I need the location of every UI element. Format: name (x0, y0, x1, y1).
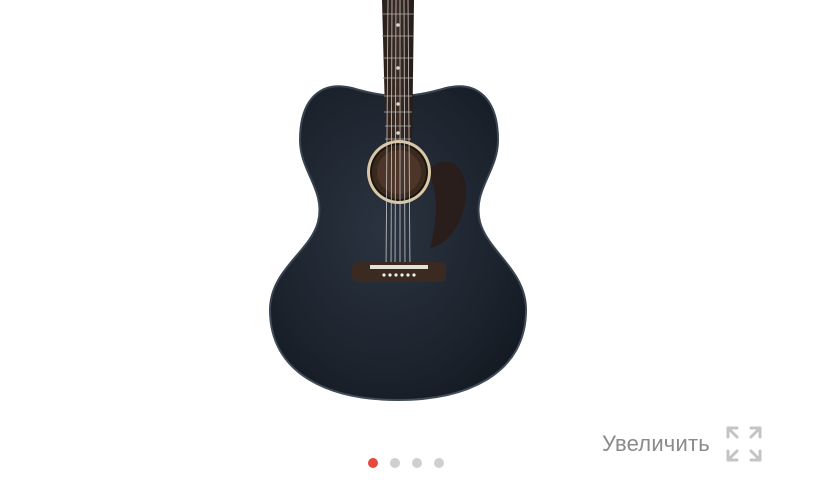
pagination-dot-4[interactable] (434, 458, 444, 468)
product-gallery: Увеличить (0, 0, 816, 480)
pagination-dot-3[interactable] (412, 458, 422, 468)
pagination-dot-2[interactable] (390, 458, 400, 468)
zoom-label: Увеличить (602, 431, 710, 456)
gallery-pagination (368, 458, 444, 468)
guitar-image[interactable] (200, 0, 600, 420)
pagination-dot-1[interactable] (368, 458, 378, 468)
zoom-button[interactable]: Увеличить (602, 424, 764, 464)
expand-icon (726, 426, 762, 462)
